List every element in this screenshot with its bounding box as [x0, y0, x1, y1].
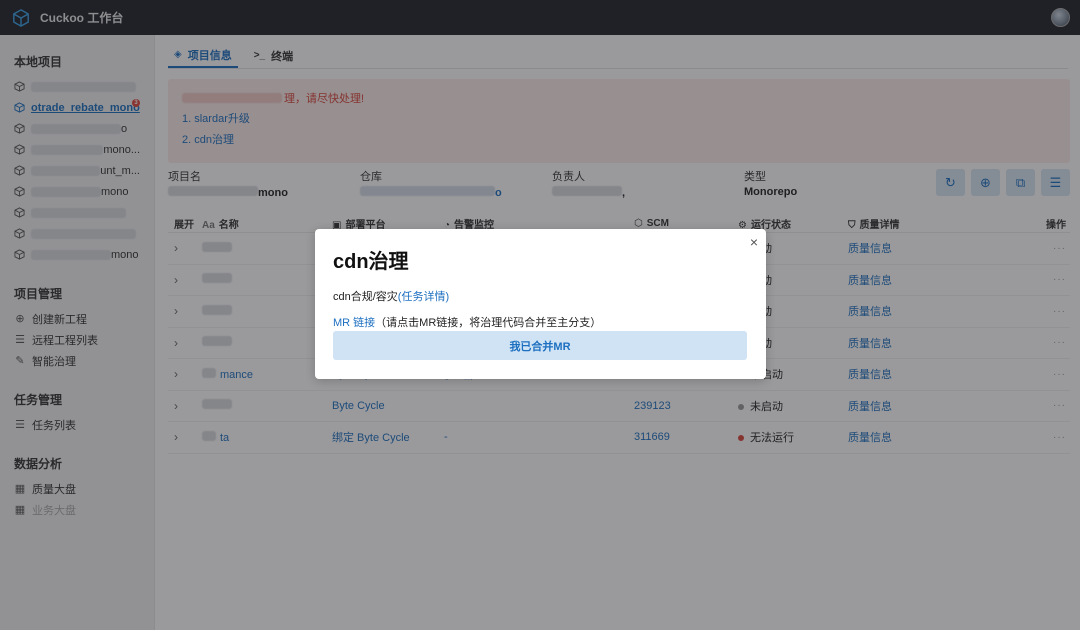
mr-link[interactable]: MR 链接: [333, 317, 375, 329]
merged-mr-button[interactable]: 我已合并MR: [333, 331, 747, 360]
task-detail-link[interactable]: (任务详情): [398, 291, 449, 303]
modal-line-compliance: cdn合规/容灾(任务详情): [333, 291, 450, 303]
close-icon[interactable]: ×: [750, 234, 758, 250]
cdn-modal: cdn治理 × cdn合规/容灾(任务详情) MR 链接（请点击MR链接，将治理…: [315, 229, 766, 379]
modal-line-mr: MR 链接（请点击MR链接，将治理代码合并至主分支）: [333, 317, 602, 329]
modal-title: cdn治理: [333, 251, 409, 273]
